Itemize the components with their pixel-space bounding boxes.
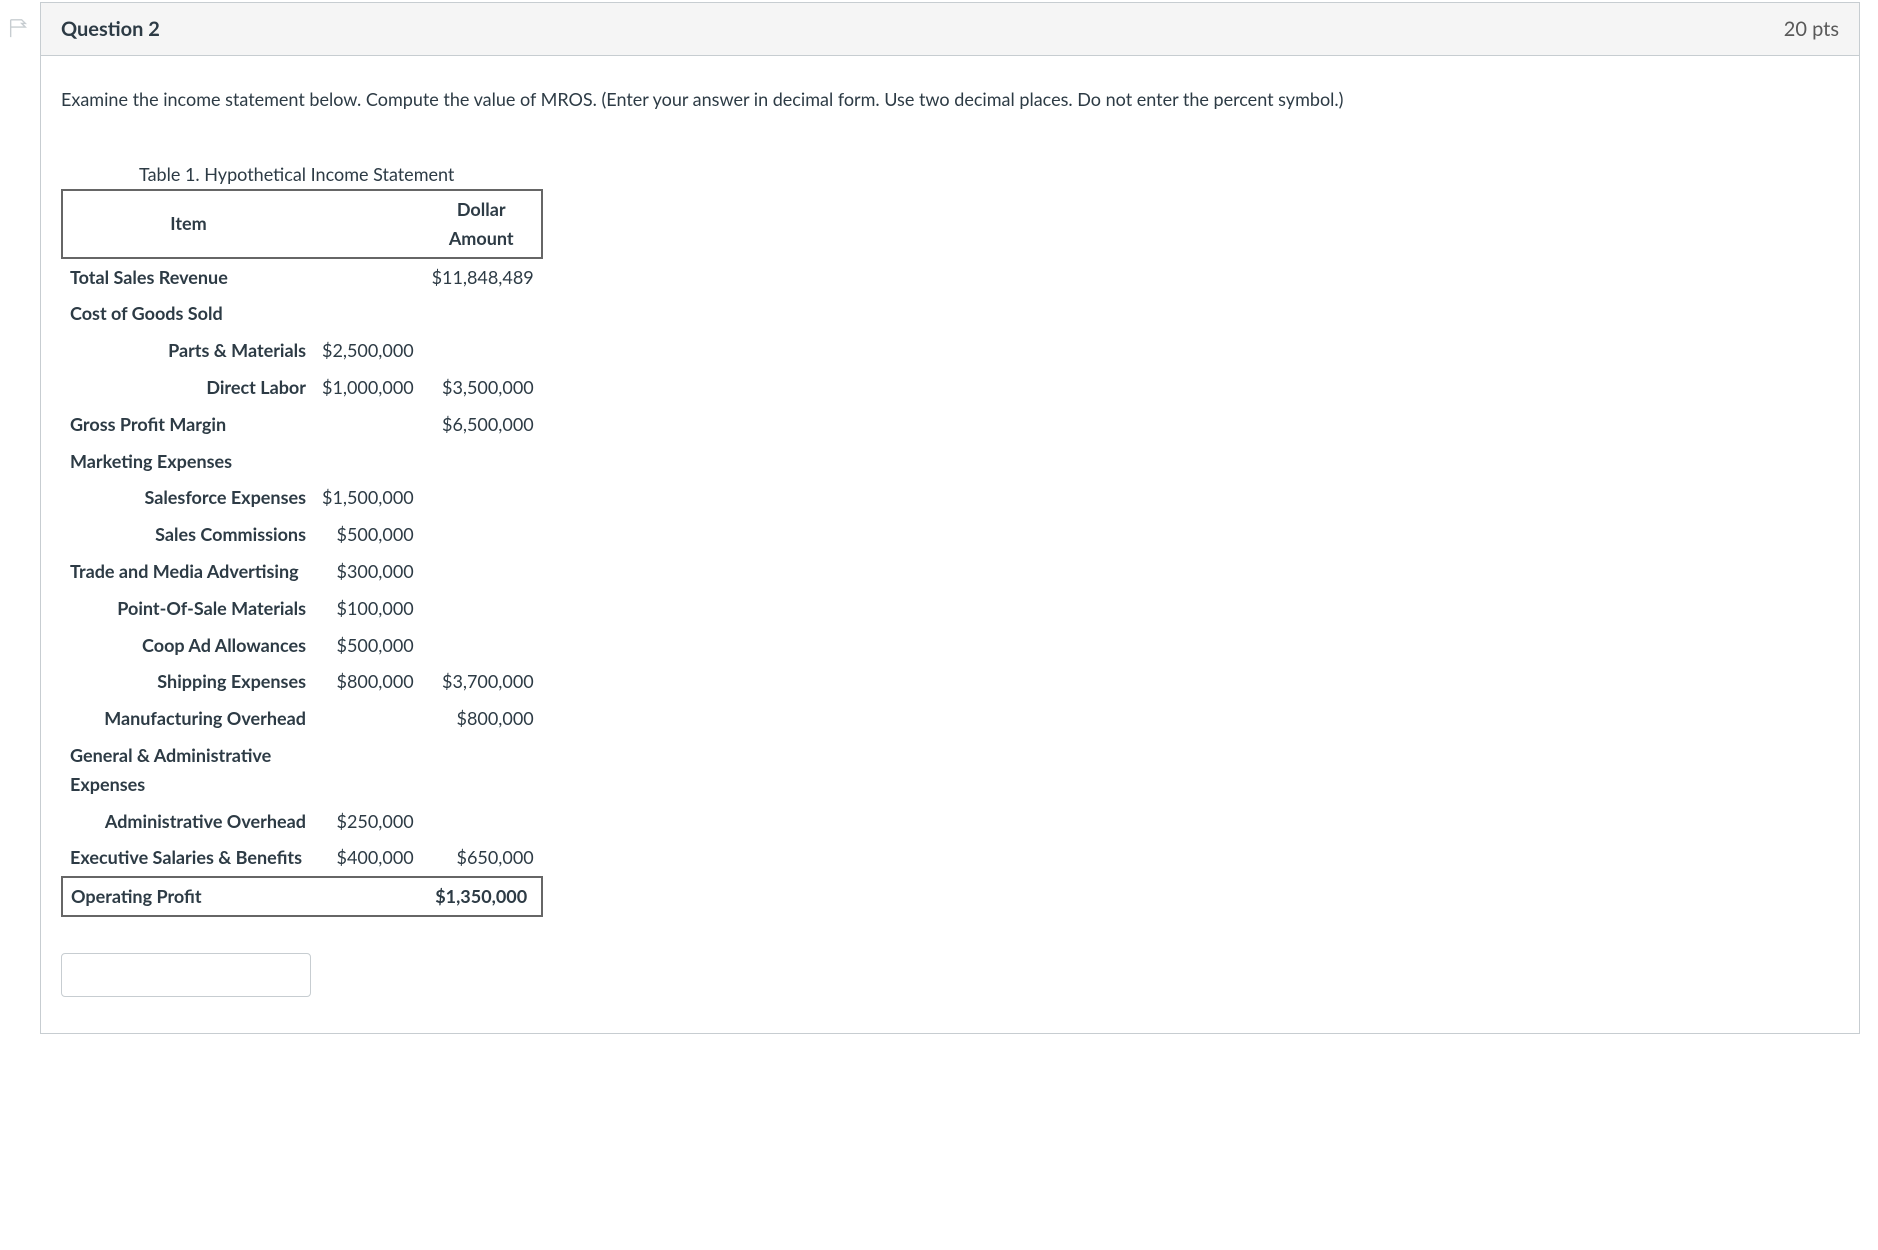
cell-label: Sales Commissions (62, 516, 314, 553)
row-salesforce-expenses: Salesforce Expenses $1,500,000 (62, 479, 542, 516)
header-item: Item (62, 190, 314, 258)
cell-sub (314, 700, 422, 737)
income-statement-table: Item Dollar Amount Total Sales Revenue $… (61, 189, 543, 917)
question-container: Question 2 20 pts Examine the income sta… (40, 2, 1860, 1034)
cell-amount: $3,500,000 (422, 369, 542, 406)
question-instruction: Examine the income statement below. Comp… (61, 86, 1839, 113)
ga-line2: Expenses (70, 770, 306, 799)
cell-sub: $400,000 (314, 839, 422, 877)
header-spacer (314, 190, 422, 258)
cell-sub (314, 295, 422, 332)
question-header: Question 2 20 pts (41, 3, 1859, 56)
cell-sub: $100,000 (314, 590, 422, 627)
row-direct-labor: Direct Labor $1,000,000 $3,500,000 (62, 369, 542, 406)
cell-amount (422, 479, 542, 516)
row-executive-salaries: Executive Salaries & Benefits $400,000 $… (62, 839, 542, 877)
cell-amount (422, 627, 542, 664)
cell-amount: $650,000 (422, 839, 542, 877)
table-caption: Table 1. Hypothetical Income Statement (139, 163, 1839, 185)
cell-amount: $11,848,489 (422, 258, 542, 296)
cell-sub (314, 258, 422, 296)
cell-amount: $6,500,000 (422, 406, 542, 443)
cell-label: Administrative Overhead (62, 803, 314, 840)
row-operating-profit: Operating Profit $1,350,000 (62, 877, 542, 916)
row-admin-overhead: Administrative Overhead $250,000 (62, 803, 542, 840)
cell-sub (314, 443, 422, 480)
cell-label: Point-Of-Sale Materials (62, 590, 314, 627)
cell-sub (314, 877, 422, 916)
cell-sub: $500,000 (314, 516, 422, 553)
cell-amount (422, 295, 542, 332)
cell-amount (422, 737, 542, 803)
row-coop-ad-allowances: Coop Ad Allowances $500,000 (62, 627, 542, 664)
row-parts-materials: Parts & Materials $2,500,000 (62, 332, 542, 369)
row-manufacturing-overhead: Manufacturing Overhead $800,000 (62, 700, 542, 737)
cell-label: Shipping Expenses (62, 663, 314, 700)
header-amount: Dollar Amount (422, 190, 542, 258)
header-amount-l2: Amount (430, 224, 533, 253)
cell-amount (422, 443, 542, 480)
cell-sub (314, 737, 422, 803)
cell-sub: $1,000,000 (314, 369, 422, 406)
ga-line1: General & Administrative (70, 741, 306, 770)
flag-icon[interactable] (7, 17, 31, 41)
cell-label: Salesforce Expenses (62, 479, 314, 516)
row-cogs: Cost of Goods Sold (62, 295, 542, 332)
cell-sub: $2,500,000 (314, 332, 422, 369)
cell-label: Gross Profit Margin (62, 406, 314, 443)
cell-amount (422, 553, 542, 590)
cell-sub: $500,000 (314, 627, 422, 664)
cell-amount (422, 590, 542, 627)
cell-amount (422, 332, 542, 369)
row-shipping-expenses: Shipping Expenses $800,000 $3,700,000 (62, 663, 542, 700)
cell-label: Operating Profit (62, 877, 314, 916)
cell-sub: $250,000 (314, 803, 422, 840)
row-total-sales-revenue: Total Sales Revenue $11,848,489 (62, 258, 542, 296)
row-marketing-expenses: Marketing Expenses (62, 443, 542, 480)
row-ga-expenses: General & Administrative Expenses (62, 737, 542, 803)
question-points: 20 pts (1784, 17, 1839, 41)
cell-amount: $3,700,000 (422, 663, 542, 700)
cell-amount (422, 516, 542, 553)
row-trade-media-advertising: Trade and Media Advertising $300,000 (62, 553, 542, 590)
cell-label: Total Sales Revenue (62, 258, 314, 296)
header-amount-l1: Dollar (430, 195, 533, 224)
cell-label: Manufacturing Overhead (62, 700, 314, 737)
cell-label: Direct Labor (62, 369, 314, 406)
cell-label: General & Administrative Expenses (62, 737, 314, 803)
income-statement-table-wrap: Table 1. Hypothetical Income Statement I… (61, 163, 1839, 917)
row-gross-profit: Gross Profit Margin $6,500,000 (62, 406, 542, 443)
cell-label: Parts & Materials (62, 332, 314, 369)
cell-sub: $800,000 (314, 663, 422, 700)
cell-sub (314, 406, 422, 443)
cell-label: Trade and Media Advertising (62, 553, 314, 590)
cell-sub: $1,500,000 (314, 479, 422, 516)
cell-amount: $1,350,000 (422, 877, 542, 916)
cell-amount: $800,000 (422, 700, 542, 737)
cell-label: Cost of Goods Sold (62, 295, 314, 332)
cell-sub: $300,000 (314, 553, 422, 590)
row-sales-commissions: Sales Commissions $500,000 (62, 516, 542, 553)
answer-input[interactable] (61, 953, 311, 997)
cell-amount (422, 803, 542, 840)
cell-label: Executive Salaries & Benefits (62, 839, 314, 877)
table-header-row: Item Dollar Amount (62, 190, 542, 258)
cell-label: Coop Ad Allowances (62, 627, 314, 664)
row-pos-materials: Point-Of-Sale Materials $100,000 (62, 590, 542, 627)
cell-label: Marketing Expenses (62, 443, 314, 480)
question-body: Examine the income statement below. Comp… (41, 56, 1859, 1033)
question-title: Question 2 (61, 17, 160, 41)
